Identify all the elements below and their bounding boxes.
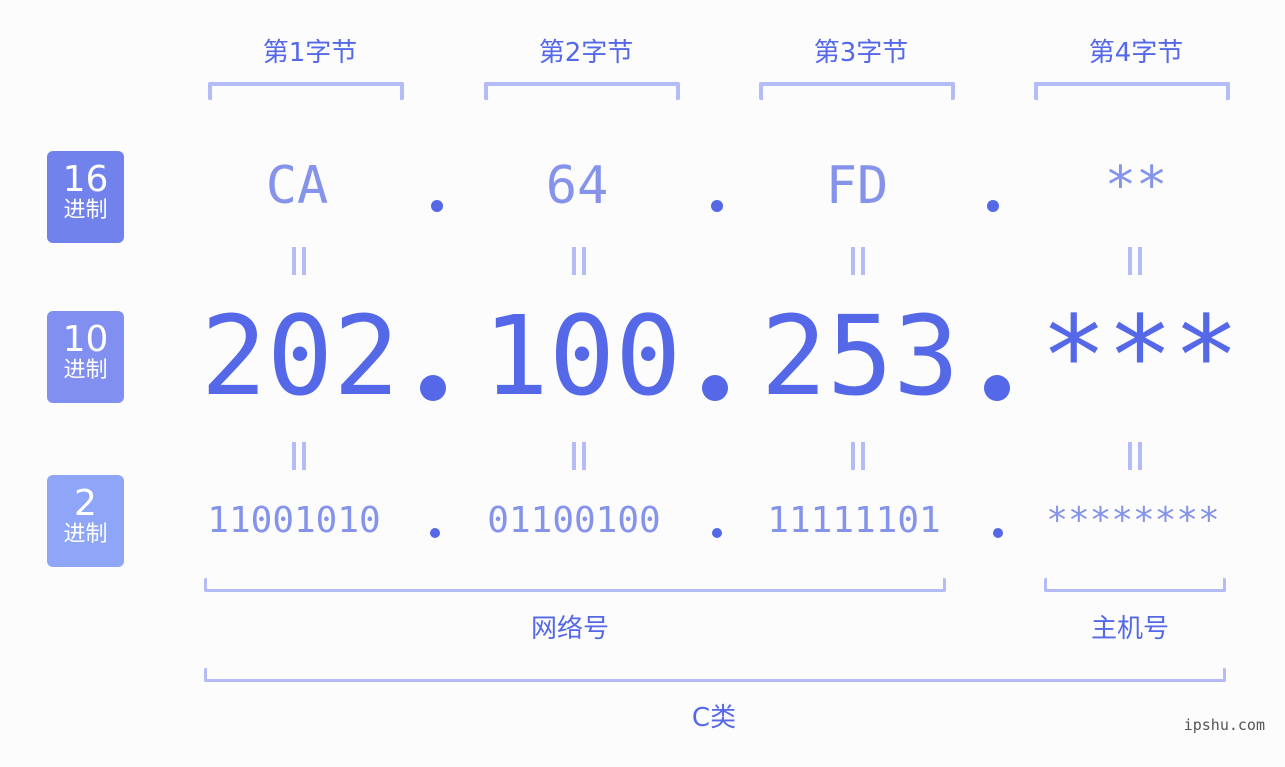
byte-2-bracket (484, 82, 680, 100)
equals-icon (851, 442, 865, 470)
class-bracket (204, 668, 1226, 682)
bin-badge: 2 进制 (47, 475, 124, 567)
bin-byte-4: ******** (1046, 500, 1220, 541)
byte-2-label: 第2字节 (538, 38, 634, 68)
host-bracket (1044, 578, 1226, 592)
equals-icon (1128, 442, 1142, 470)
dec-separator-dot (984, 375, 1010, 401)
hex-badge-unit: 进制 (63, 198, 108, 223)
byte-4-label: 第4字节 (1088, 38, 1184, 68)
dec-badge-unit: 进制 (63, 358, 108, 383)
hex-separator-dot (987, 200, 999, 212)
byte-1-bracket (208, 82, 404, 100)
hex-separator-dot (431, 200, 443, 212)
bin-separator-dot (712, 528, 722, 538)
hex-separator-dot (711, 200, 723, 212)
dec-byte-1: 202 (200, 292, 400, 420)
host-label: 主机号 (1090, 614, 1169, 644)
byte-4-bracket (1034, 82, 1230, 100)
equals-icon (851, 247, 865, 275)
dec-byte-4: *** (1040, 292, 1240, 420)
bin-byte-2: 01100100 (487, 500, 661, 541)
equals-icon (1128, 247, 1142, 275)
dec-byte-3: 253 (760, 292, 960, 420)
network-label: 网络号 (530, 614, 609, 644)
hex-byte-1: CA (265, 156, 329, 216)
bin-byte-1: 11001010 (207, 500, 381, 541)
bin-byte-3: 11111101 (767, 500, 941, 541)
class-label: C类 (691, 703, 737, 733)
equals-icon (572, 247, 586, 275)
equals-icon (292, 442, 306, 470)
dec-badge: 10 进制 (47, 311, 124, 403)
bin-badge-unit: 进制 (63, 522, 108, 547)
bin-separator-dot (430, 528, 440, 538)
watermark: ipshu.com (1183, 716, 1265, 734)
byte-3-label: 第3字节 (813, 38, 909, 68)
equals-icon (572, 442, 586, 470)
equals-icon (292, 247, 306, 275)
byte-3-bracket (759, 82, 955, 100)
dec-byte-2: 100 (482, 292, 682, 420)
network-bracket (204, 578, 946, 592)
byte-1-label: 第1字节 (262, 38, 358, 68)
dec-separator-dot (702, 375, 728, 401)
hex-byte-2: 64 (545, 156, 609, 216)
hex-badge-number: 16 (62, 159, 109, 200)
dec-badge-number: 10 (62, 319, 109, 360)
hex-byte-4: ** (1104, 156, 1168, 216)
hex-byte-3: FD (825, 156, 889, 216)
bin-badge-number: 2 (74, 483, 97, 524)
hex-badge: 16 进制 (47, 151, 124, 243)
bin-separator-dot (993, 528, 1003, 538)
dec-separator-dot (420, 375, 446, 401)
